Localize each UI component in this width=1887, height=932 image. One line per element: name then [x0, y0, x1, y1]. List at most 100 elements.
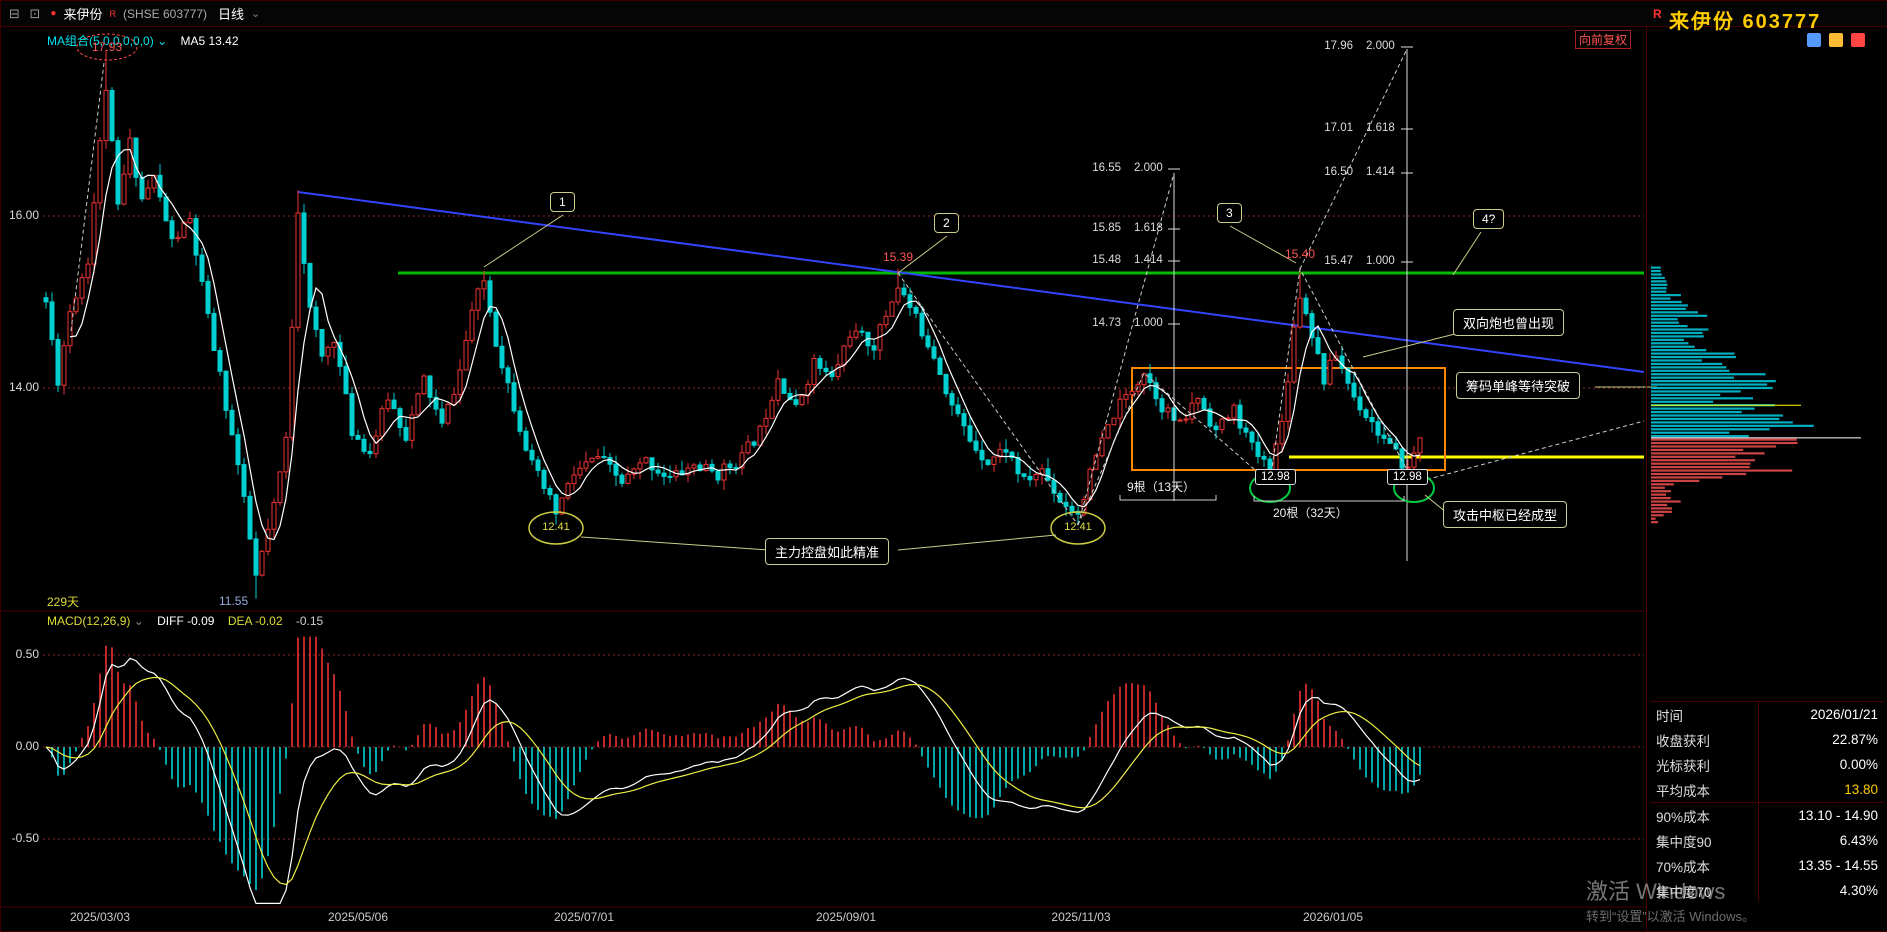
macd-tick-pos: 0.50	[15, 647, 39, 661]
trading-app-window: ⊟ ⊡ ● 来伊份 R (SHSE 603777) 日线 ⌄ MA组合(5,0,…	[0, 0, 1887, 932]
macd-indicator-header: MACD(12,26,9) ⌄ DIFF -0.09 DEA -0.02 -0.…	[47, 614, 323, 628]
fib-ratio: 2.000	[1134, 162, 1163, 174]
stock-name: 来伊份	[63, 7, 103, 22]
dea-line	[45, 676, 1421, 886]
date-tick-1: 2025/03/03	[69, 910, 131, 924]
fib-ratio: 1.414	[1366, 166, 1395, 178]
fib-b-row-4: 15.47 1.000	[1313, 255, 1395, 267]
callout-double-cannon[interactable]: 双向炮也曾出现	[1453, 309, 1565, 336]
macd-tick-neg: -0.50	[11, 831, 39, 845]
fib-ratio: 1.618	[1366, 122, 1395, 134]
macd-value: -0.15	[295, 614, 324, 628]
annotation-box-1[interactable]: 1	[550, 192, 575, 212]
fib-b-row-2: 17.01 1.618	[1313, 122, 1395, 134]
period-selector[interactable]: 日线	[218, 4, 244, 23]
fib-ratio: 1.618	[1134, 222, 1163, 234]
macd-tick-zero: 0.00	[15, 739, 39, 753]
stat-value: 13.35 - 14.55	[1798, 858, 1878, 873]
stat-label: 光标获利	[1656, 758, 1710, 774]
callout-connector	[897, 534, 1057, 551]
chip-panel-title: 来伊份 603777	[1669, 11, 1822, 33]
chevron-down-icon[interactable]: ⌄	[134, 614, 144, 628]
layout-tool-icon[interactable]	[1807, 33, 1821, 47]
fib-price: 15.85	[1092, 222, 1121, 234]
fib-price: 16.50	[1324, 166, 1353, 178]
callout-attack-pivot[interactable]: 攻击中枢已经成型	[1443, 501, 1568, 528]
diff-line	[45, 657, 1421, 905]
registered-mark: R	[1653, 7, 1662, 21]
stat-value: 6.43%	[1839, 833, 1878, 848]
chevron-down-icon[interactable]: ⌄	[157, 34, 167, 48]
callout-connector	[1452, 231, 1482, 276]
low-label-1241-a: 12.41	[542, 521, 570, 533]
stat-value: 22.87%	[1832, 732, 1878, 747]
price-tick-14: 14.00	[8, 380, 39, 394]
stat-label: 90%成本	[1656, 809, 1711, 825]
pivot-label-1298-a: 12.98	[1255, 469, 1296, 485]
chip-distribution	[1651, 266, 1814, 524]
fib-a-row-3: 15.48 1.414	[1081, 254, 1163, 266]
fib-a-row-2: 15.85 1.618	[1081, 222, 1163, 234]
high-price-label: 17.93	[91, 40, 123, 54]
table-row: 光标获利 0.00%	[1650, 752, 1884, 777]
measure-dashed-line	[897, 272, 1079, 526]
activate-windows-watermark-sub: 转到“设置”以激活 Windows。	[1586, 909, 1756, 924]
candlestick-series	[43, 50, 1423, 599]
annotation-box-2[interactable]: 2	[934, 213, 959, 233]
ma5-value: MA5 13.42	[180, 34, 239, 48]
bars-count-label-2: 20根（32天）	[1273, 506, 1348, 520]
callout-chip-peak[interactable]: 筹码单峰等待突破	[1456, 372, 1581, 399]
exchange-code: (SHSE 603777)	[122, 6, 208, 21]
price-tick-16: 16.00	[8, 208, 39, 222]
pivot-label-1298-b: 12.98	[1387, 469, 1428, 485]
bars-count-label-1: 9根（13天）	[1127, 480, 1196, 494]
date-tick-3: 2025/07/01	[553, 910, 615, 924]
measure-dashed-line	[1299, 48, 1408, 270]
date-tick-6: 2026/01/05	[1302, 910, 1364, 924]
settings-tool-icon[interactable]	[1851, 33, 1865, 47]
fib-price: 17.01	[1324, 122, 1353, 134]
stat-label: 时间	[1656, 708, 1683, 724]
callout-connector	[580, 536, 770, 551]
low-label-1241-b: 12.41	[1064, 521, 1092, 533]
macd-label[interactable]: MACD(12,26,9)	[47, 614, 130, 628]
stat-label: 70%成本	[1656, 859, 1711, 875]
fib-ratio: 1.414	[1134, 254, 1163, 266]
callout-main-force[interactable]: 主力控盘如此精准	[765, 538, 890, 565]
stat-label: 平均成本	[1656, 783, 1710, 799]
fib-ratio: 2.000	[1366, 40, 1395, 52]
window-buttons-icon[interactable]: ⊟ ⊡	[9, 6, 43, 22]
ma-indicator-header: MA组合(5,0,0,0,0,0) ⌄ MA5 13.42	[47, 32, 239, 49]
annotation-box-4[interactable]: 4?	[1473, 209, 1505, 229]
table-row: 90%成本 13.10 - 14.90	[1650, 803, 1884, 828]
stat-value: 2026/01/21	[1810, 707, 1878, 722]
fib-price: 15.48	[1092, 254, 1121, 266]
peak-label-1540: 15.40	[1284, 247, 1316, 261]
title-bar: ⊟ ⊡ ● 来伊份 R (SHSE 603777) 日线 ⌄	[1, 1, 1887, 27]
table-column-divider	[1758, 701, 1759, 901]
stat-value: 13.80	[1844, 782, 1878, 797]
date-tick-2: 2025/05/06	[327, 910, 389, 924]
table-row: 集中度90 6.43%	[1650, 828, 1884, 853]
diff-value: DIFF -0.09	[157, 614, 215, 628]
fib-a-row-1: 16.55 2.000	[1081, 162, 1163, 174]
table-row: 收盘获利 22.87%	[1650, 727, 1884, 752]
annotation-box-3[interactable]: 3	[1217, 203, 1242, 223]
fib-price: 16.55	[1092, 162, 1121, 174]
registered-mark: R	[109, 8, 116, 19]
activate-windows-watermark: 激活 Windows	[1586, 879, 1726, 904]
adjust-mode-tag[interactable]: 向前复权	[1575, 30, 1632, 49]
chevron-down-icon[interactable]: ⌄	[251, 7, 260, 20]
stat-value: 0.00%	[1839, 757, 1878, 772]
low-price-label: 11.55	[219, 594, 249, 608]
trendline-blue[interactable]	[297, 191, 1645, 373]
bars-bracket-2	[1253, 496, 1405, 502]
days-count-label: 229天	[47, 595, 80, 609]
fib-b-row-1: 17.96 2.000	[1313, 40, 1395, 52]
fib-b-row-3: 16.50 1.414	[1313, 166, 1395, 178]
fib-ratio: 1.000	[1134, 317, 1163, 329]
stat-label: 集中度90	[1656, 834, 1712, 850]
draw-tool-icon[interactable]	[1829, 33, 1843, 47]
chart-canvas[interactable]	[1, 1, 1887, 931]
bars-bracket-1	[1119, 495, 1217, 501]
